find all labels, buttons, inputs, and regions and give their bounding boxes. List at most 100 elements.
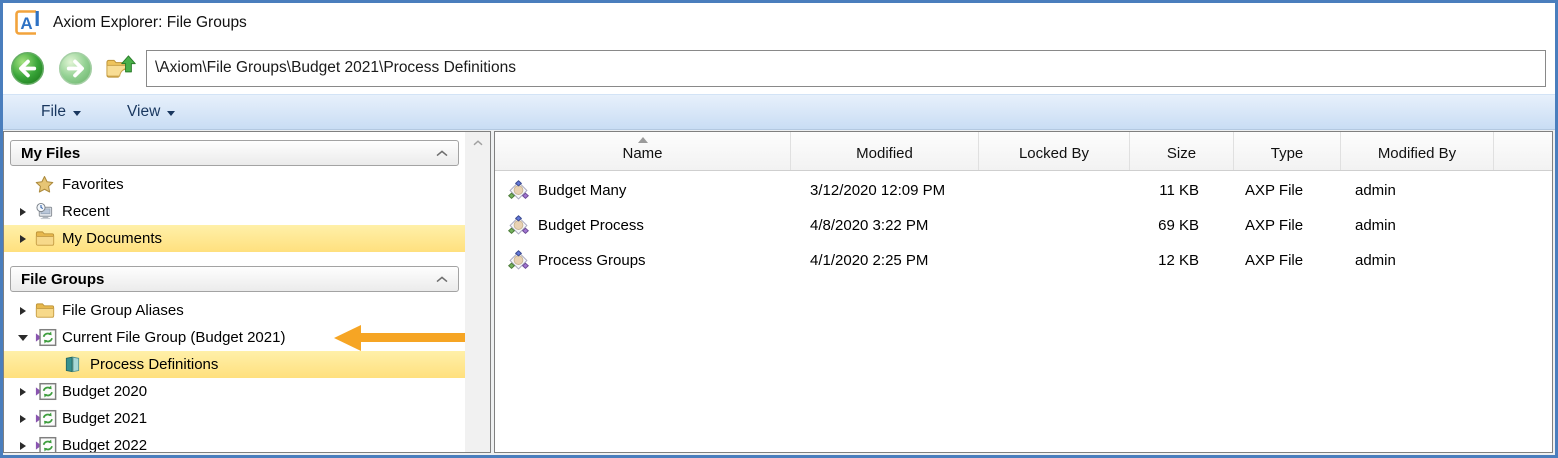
process-file-glyph — [508, 215, 529, 236]
tree-item[interactable]: Process Definitions — [4, 351, 465, 378]
sidebar-section-header-my-files[interactable]: My Files — [10, 140, 459, 166]
tree-expander[interactable] — [11, 415, 35, 423]
navigation-toolbar — [3, 42, 1555, 94]
tree-expander[interactable] — [11, 235, 35, 243]
cell-name: Budget Many — [495, 173, 791, 208]
column-header-size[interactable]: Size — [1130, 132, 1234, 170]
arrow-head — [334, 325, 361, 351]
column-header-label: Modified By — [1378, 145, 1456, 162]
svg-text:A: A — [20, 14, 32, 33]
folder-icon — [35, 230, 62, 247]
cell-modified-by: admin — [1341, 208, 1494, 243]
tree-item-label: Current File Group (Budget 2021) — [62, 329, 285, 346]
tree-item[interactable]: Current File Group (Budget 2021) — [4, 324, 465, 351]
cell-locked-by — [979, 208, 1130, 243]
tree-expander[interactable] — [11, 442, 35, 450]
filegroup-glyph — [35, 382, 57, 401]
cell-modified-by: admin — [1341, 243, 1494, 278]
filegroup-icon — [35, 436, 62, 452]
column-header-name[interactable]: Name — [495, 132, 791, 170]
column-header-label: Locked By — [1019, 145, 1089, 162]
cell-modified: 3/12/2020 12:09 PM — [791, 173, 979, 208]
window-title: Axiom Explorer: File Groups — [53, 14, 247, 32]
menu-item[interactable]: View — [115, 97, 187, 127]
process-file-glyph — [508, 180, 529, 201]
cell-type: AXP File — [1234, 243, 1341, 278]
chevron-up-icon[interactable] — [436, 150, 448, 157]
tree-item[interactable]: Budget 2022 — [4, 432, 465, 452]
section-title: File Groups — [21, 271, 436, 288]
cell-type: AXP File — [1234, 208, 1341, 243]
menu-item[interactable]: File — [29, 97, 93, 127]
expander-collapsed-icon — [20, 388, 26, 396]
sidebar-scrollbar[interactable] — [465, 132, 490, 452]
tree-item[interactable]: Recent — [4, 198, 465, 225]
table-row[interactable]: Budget Process 4/8/2020 3:22 PM 69 KB AX… — [495, 208, 1552, 243]
tree-expander[interactable] — [11, 307, 35, 315]
processfile-icon — [508, 215, 529, 236]
tree-item-label: My Documents — [62, 230, 162, 247]
address-bar-input[interactable] — [146, 50, 1546, 87]
star-icon — [35, 175, 62, 194]
column-header-modified_by[interactable]: Modified By — [1341, 132, 1494, 170]
cell-size: 11 KB — [1130, 173, 1234, 208]
main-area: My Files — [3, 130, 1555, 455]
cell-size: 69 KB — [1130, 208, 1234, 243]
back-button[interactable] — [10, 51, 45, 86]
back-arrow-icon — [10, 51, 45, 86]
tree-item[interactable]: File Group Aliases — [4, 297, 465, 324]
cell-size: 12 KB — [1130, 243, 1234, 278]
sidebar: My Files — [3, 131, 491, 453]
column-header-label: Type — [1271, 145, 1304, 162]
forward-button[interactable] — [58, 51, 93, 86]
tree-item[interactable]: My Documents — [4, 225, 465, 252]
menu-item-label: View — [127, 103, 160, 121]
process-definitions-glyph — [63, 355, 82, 374]
chevron-up-icon[interactable] — [436, 276, 448, 283]
column-header-label: Modified — [856, 145, 913, 162]
expander-collapsed-icon — [20, 415, 26, 423]
axiom-logo-icon: A — [14, 9, 41, 36]
tree-item-label: Process Definitions — [90, 356, 218, 373]
forward-arrow-icon — [58, 51, 93, 86]
processfile-icon — [508, 250, 529, 271]
file-list-panel: Name Modified Locked By Size — [494, 131, 1553, 453]
tree-item-label: Budget 2022 — [62, 437, 147, 452]
tree-item[interactable]: Budget 2020 — [4, 378, 465, 405]
tree-expander[interactable] — [11, 388, 35, 396]
column-header-type[interactable]: Type — [1234, 132, 1341, 170]
column-header-locked_by[interactable]: Locked By — [979, 132, 1130, 170]
annotation-arrow — [334, 325, 465, 351]
star-glyph — [35, 175, 54, 194]
tree-expander[interactable] — [11, 208, 35, 216]
cell-modified: 4/8/2020 3:22 PM — [791, 208, 979, 243]
column-header-modified[interactable]: Modified — [791, 132, 979, 170]
scrollbar-up-icon[interactable] — [465, 132, 490, 153]
folder-up-button[interactable] — [105, 53, 137, 84]
tree-item-label: File Group Aliases — [62, 302, 184, 319]
table-row[interactable]: Process Groups 4/1/2020 2:25 PM 12 KB AX… — [495, 243, 1552, 278]
table-row[interactable]: Budget Many 3/12/2020 12:09 PM 11 KB AXP… — [495, 173, 1552, 208]
processfile-icon — [508, 180, 529, 201]
cell-modified: 4/1/2020 2:25 PM — [791, 243, 979, 278]
tree-item[interactable]: Favorites — [4, 171, 465, 198]
tree-file-groups: File Group Aliases — [4, 297, 465, 452]
filegroup-icon — [35, 382, 62, 401]
tree-expander[interactable] — [11, 335, 35, 341]
recent-glyph — [35, 202, 54, 221]
column-header-label: Size — [1167, 145, 1196, 162]
tree-item[interactable]: Budget 2021 — [4, 405, 465, 432]
filegroup-glyph — [35, 328, 57, 347]
filegroup-glyph — [35, 409, 57, 428]
sort-ascending-icon — [638, 137, 648, 143]
cell-name: Process Groups — [495, 243, 791, 278]
chevron-down-icon — [167, 111, 175, 116]
filegroup-glyph — [35, 436, 57, 452]
tree-item-label: Budget 2021 — [62, 410, 147, 427]
file-name: Budget Process — [538, 217, 644, 234]
file-name: Process Groups — [538, 252, 646, 269]
tree-my-files: Favorites Recent — [4, 171, 465, 252]
sidebar-section-header-file-groups[interactable]: File Groups — [10, 266, 459, 292]
process-file-glyph — [508, 250, 529, 271]
cell-name: Budget Process — [495, 208, 791, 243]
